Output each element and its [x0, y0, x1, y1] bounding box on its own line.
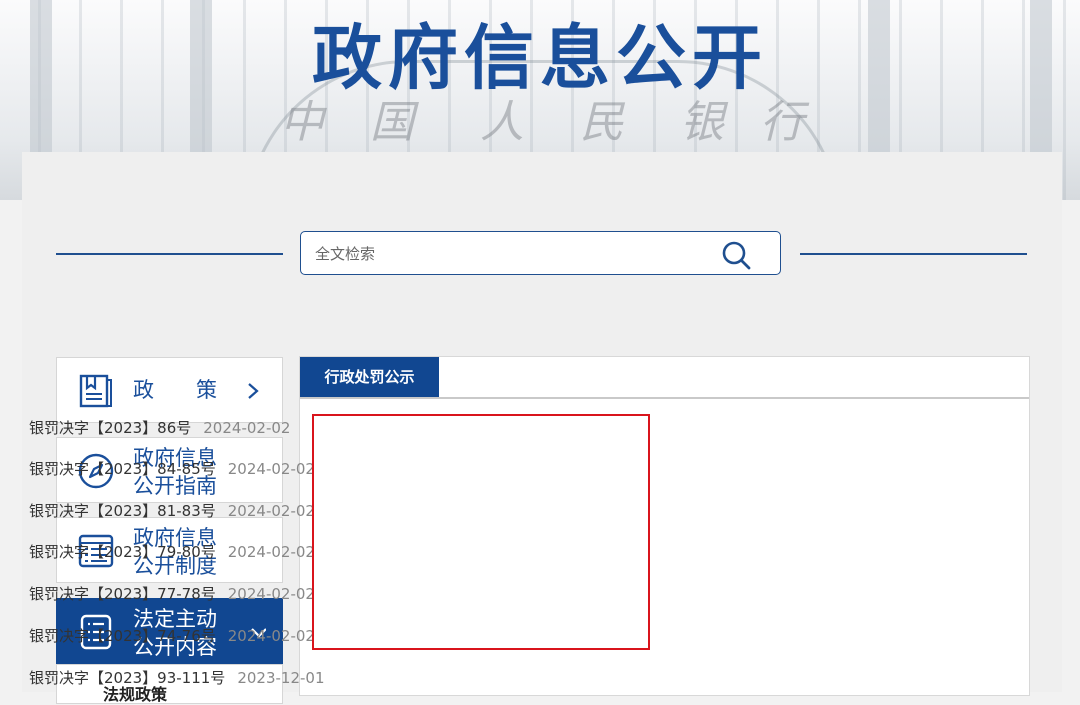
item-date: 2024-02-02	[203, 419, 291, 437]
book-icon	[79, 374, 112, 408]
item-date: 2024-02-02	[227, 543, 315, 561]
list-item[interactable]: 银罚决字【2023】79-80号 2024-02-02	[29, 541, 315, 562]
list-item[interactable]: 银罚决字【2023】84-85号 2024-02-02	[29, 458, 315, 479]
chevron-right-icon	[248, 383, 259, 399]
list-item[interactable]: 银罚决字【2023】77-78号 2024-02-02	[29, 583, 315, 604]
item-title[interactable]: 银罚决字【2023】93-111号	[29, 669, 225, 687]
item-title[interactable]: 银罚决字【2023】74-76号	[29, 627, 216, 645]
sidebar-item-policy[interactable]: 政 策	[56, 357, 283, 423]
search-icon[interactable]	[720, 240, 752, 270]
item-title[interactable]: 银罚决字【2023】84-85号	[29, 460, 216, 478]
item-date: 2024-02-02	[227, 585, 315, 603]
list-item[interactable]: 银罚决字【2023】93-111号 2023-12-01	[29, 667, 325, 688]
item-date: 2024-02-02	[227, 502, 315, 520]
penalty-list-panel: 行政处罚公示	[299, 356, 1030, 696]
item-date: 2023-12-01	[237, 669, 325, 687]
divider-right	[800, 253, 1027, 255]
search-box	[300, 231, 781, 275]
list-item[interactable]: 银罚决字【2023】86号 2024-02-02	[29, 417, 290, 438]
item-title[interactable]: 银罚决字【2023】81-83号	[29, 502, 216, 520]
search-input[interactable]	[313, 240, 697, 268]
divider-left	[56, 253, 283, 255]
item-date: 2024-02-02	[227, 460, 315, 478]
item-date: 2024-02-02	[227, 627, 315, 645]
item-title[interactable]: 银罚决字【2023】77-78号	[29, 585, 216, 603]
list-item[interactable]: 银罚决字【2023】81-83号 2024-02-02	[29, 500, 315, 521]
tab-bar: 行政处罚公示	[300, 357, 1029, 399]
tab-admin-penalty[interactable]: 行政处罚公示	[300, 357, 439, 397]
page-title: 政府信息公开	[312, 17, 768, 99]
list-item[interactable]: 银罚决字【2023】74-76号 2024-02-02	[29, 625, 315, 646]
sidebar-item-label: 政 策	[133, 378, 217, 402]
item-title[interactable]: 银罚决字【2023】79-80号	[29, 543, 216, 561]
item-title[interactable]: 银罚决字【2023】86号	[29, 419, 191, 437]
